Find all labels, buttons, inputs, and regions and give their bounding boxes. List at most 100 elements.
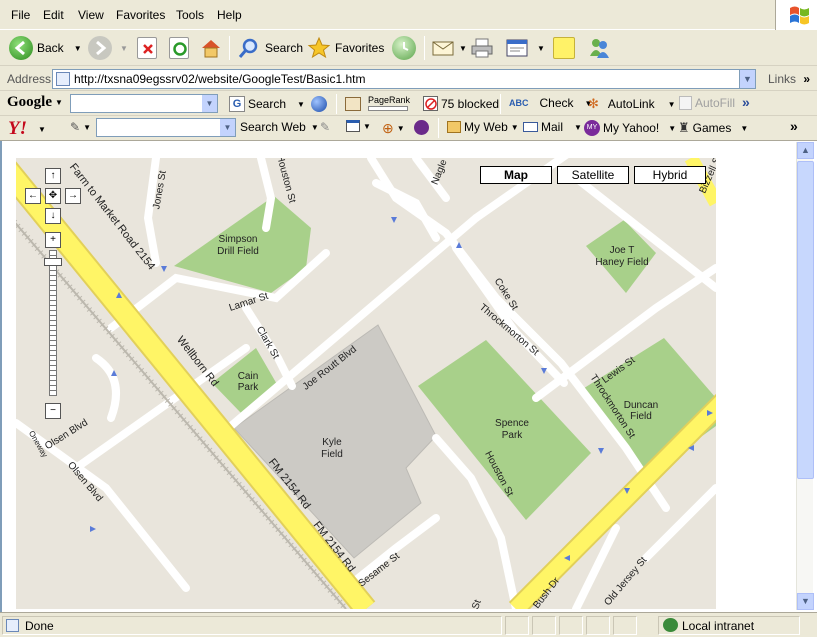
history-button[interactable] xyxy=(392,34,416,62)
intranet-globe-icon xyxy=(663,618,678,632)
forward-button[interactable]: ▼ xyxy=(88,34,128,62)
yahoo-music-button[interactable] xyxy=(414,120,429,135)
status-text: Done xyxy=(25,619,54,633)
menu-edit[interactable]: Edit xyxy=(43,8,64,22)
yahoo-search-dropdown-icon[interactable]: ▼ xyxy=(220,119,235,136)
zoom-slider-handle[interactable] xyxy=(44,258,62,266)
yahoo-mail-button[interactable]: Mail ▼ xyxy=(523,120,582,134)
favorites-button[interactable]: Favorites xyxy=(307,34,384,62)
toolbar-separator xyxy=(424,36,425,60)
toolbar-separator xyxy=(438,118,439,138)
my-web-button[interactable]: My Web ▼ xyxy=(447,120,519,134)
menu-file[interactable]: File xyxy=(11,8,30,22)
mail-dropdown-icon[interactable]: ▼ xyxy=(459,44,467,53)
menu-help[interactable]: Help xyxy=(217,8,242,22)
yahoo-window-button[interactable]: ▼ xyxy=(346,120,371,132)
pan-left-button[interactable]: ← xyxy=(25,188,41,204)
google-map[interactable]: Simpson Drill Field Lamar St Clark St Ca… xyxy=(16,158,716,609)
kyle-label-1: Kyle xyxy=(322,437,342,448)
games-dropdown-icon: ▼ xyxy=(740,123,749,133)
google-more-chevron-icon[interactable]: » xyxy=(742,94,750,110)
pan-center-button[interactable]: ✥ xyxy=(45,188,61,204)
google-search-dropdown-icon[interactable]: ▼ xyxy=(202,95,217,112)
zoom-out-button[interactable]: − xyxy=(45,403,61,419)
windows-logo xyxy=(775,0,817,30)
forward-arrow-icon xyxy=(88,36,112,60)
pan-down-button[interactable]: ↓ xyxy=(45,208,61,224)
messenger-button[interactable] xyxy=(587,34,611,62)
my-web-dropdown-icon: ▼ xyxy=(510,122,519,132)
yahoo-more-chevron-icon[interactable]: » xyxy=(790,118,798,134)
zoom-slider-track[interactable] xyxy=(49,250,57,396)
home-button[interactable] xyxy=(199,34,223,62)
google-logo-button[interactable]: Google ▼ xyxy=(7,94,63,111)
address-url[interactable]: http://txsna09egssrv02/website/GoogleTes… xyxy=(74,72,366,86)
search-button[interactable]: Search xyxy=(237,34,303,62)
yahoo-pencil-button[interactable]: ✎ xyxy=(320,120,330,134)
discuss-button[interactable] xyxy=(553,34,575,62)
games-button[interactable]: ♜ Games ▼ xyxy=(678,120,748,136)
map-type-hybrid-button[interactable]: Hybrid xyxy=(634,166,706,184)
back-dropdown-icon[interactable]: ▼ xyxy=(74,44,82,53)
pan-up-button[interactable]: ↑ xyxy=(45,168,61,184)
back-button[interactable]: Back ▼ xyxy=(9,34,82,62)
pagerank-button[interactable]: PageRank xyxy=(345,96,410,111)
popup-blocker-button[interactable]: 75 blocked xyxy=(423,96,499,111)
edit-page-icon xyxy=(505,36,529,60)
refresh-button[interactable] xyxy=(169,34,189,62)
page-content: Simpson Drill Field Lamar St Clark St Ca… xyxy=(0,141,817,612)
folder-icon xyxy=(447,121,461,133)
yahoo-logo-button[interactable]: Y! ▼ xyxy=(8,118,46,140)
search-web-button[interactable]: Search Web ▼ xyxy=(240,120,319,134)
address-dropdown-icon[interactable]: ▼ xyxy=(739,70,755,88)
cain-label-2: Park xyxy=(238,382,260,393)
scroll-thumb[interactable] xyxy=(797,161,814,479)
spence-label-2: Park xyxy=(502,430,524,441)
autolink-dropdown-icon: ▼ xyxy=(667,99,676,109)
mail-button[interactable]: ▼ xyxy=(431,34,467,62)
forward-dropdown-icon[interactable]: ▼ xyxy=(120,44,128,53)
map-canvas[interactable]: Simpson Drill Field Lamar St Clark St Ca… xyxy=(16,158,716,609)
scroll-down-arrow-icon[interactable]: ▼ xyxy=(797,593,814,610)
scroll-up-arrow-icon[interactable]: ▲ xyxy=(797,142,814,159)
address-field[interactable]: http://txsna09egssrv02/website/GoogleTes… xyxy=(52,69,756,89)
yahoo-antispy-button[interactable]: ⊕ ▼ xyxy=(382,120,405,137)
edit-button[interactable]: ▼ xyxy=(505,34,545,62)
menu-tools[interactable]: Tools xyxy=(176,8,204,22)
yahoo-highlight-button[interactable]: ✎ ▼ xyxy=(70,120,91,134)
abc-check-icon: ABC xyxy=(509,98,529,108)
links-button[interactable]: Links » xyxy=(768,72,810,86)
messenger-people-icon xyxy=(587,36,611,60)
autofill-button[interactable]: AutoFill xyxy=(679,96,735,110)
print-button[interactable] xyxy=(470,34,494,62)
stop-button[interactable] xyxy=(137,34,157,62)
zoom-in-button[interactable]: + xyxy=(45,232,61,248)
yahoo-search-input[interactable]: ▼ xyxy=(96,118,236,137)
mail-envelope-icon xyxy=(431,36,455,60)
duncan-label-2: Field xyxy=(630,411,652,422)
pan-right-button[interactable]: → xyxy=(65,188,81,204)
google-search-button[interactable]: G Search ▼ xyxy=(229,96,305,112)
map-type-map-button[interactable]: Map xyxy=(480,166,552,184)
search-dropdown-icon: ▼ xyxy=(297,99,305,109)
yahoo-logo: Y! xyxy=(8,118,27,139)
my-yahoo-dropdown-icon: ▼ xyxy=(668,123,677,133)
status-cell xyxy=(505,616,529,635)
google-search-input[interactable]: ▼ xyxy=(70,94,218,113)
autofill-form-icon xyxy=(679,96,692,110)
vertical-scrollbar[interactable]: ▲ ▼ xyxy=(796,142,814,610)
address-label: Address xyxy=(7,72,52,86)
autolink-button[interactable]: ✻ AutoLink ▼ xyxy=(588,96,676,112)
joystick-icon: ♜ xyxy=(678,120,690,135)
stop-icon xyxy=(137,37,157,59)
edit-dropdown-icon[interactable]: ▼ xyxy=(537,44,545,53)
status-cell xyxy=(613,616,637,635)
mail-icon xyxy=(523,122,538,132)
menu-favorites[interactable]: Favorites xyxy=(116,8,165,22)
google-news-button[interactable] xyxy=(311,96,327,112)
menu-view[interactable]: View xyxy=(78,8,104,22)
my-yahoo-button[interactable]: MY My Yahoo! ▼ xyxy=(584,120,676,136)
globe-icon xyxy=(311,96,327,112)
map-type-satellite-button[interactable]: Satellite xyxy=(557,166,629,184)
spellcheck-button[interactable]: ABC Check ▼ xyxy=(509,96,592,110)
